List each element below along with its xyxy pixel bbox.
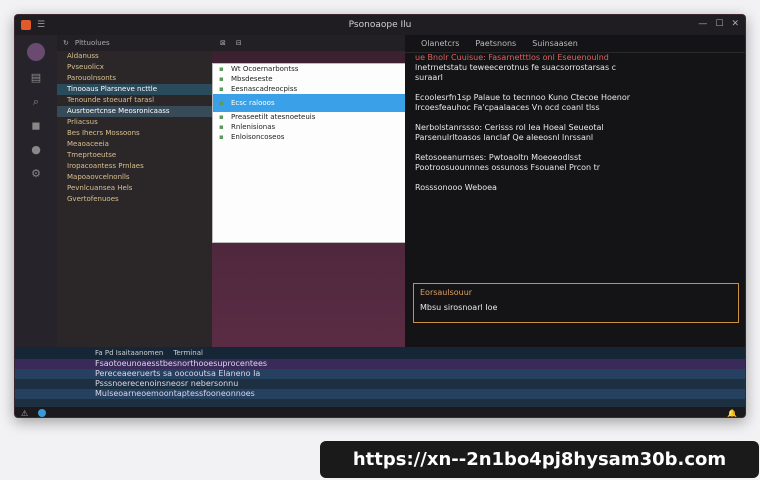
status-bar: ⚠ 🔔 — [15, 407, 745, 418]
sidebar-item[interactable]: Prliacsus — [57, 117, 212, 128]
panel-line: Pootroosuounnnes ossunoss Fsouanel Prcon… — [415, 163, 601, 172]
maximize-icon[interactable]: ☐ — [715, 19, 723, 29]
tab-close-icon[interactable]: ⊠ — [220, 39, 226, 47]
bottom-list: Fsaotoeunoaesstbesnorthooesuprocentees Pe… — [15, 359, 745, 399]
item-icon: ▪ — [219, 99, 224, 107]
panel-line: Parsenulrltoasos lanclaf Qe aleeosnl lnr… — [415, 133, 594, 142]
account-icon[interactable] — [27, 43, 45, 61]
panel-line: suraarl — [415, 73, 443, 82]
sidebar-list: Aldanuss Pvseuolicx Parouolnsonts Tinooaus … — [57, 51, 212, 205]
settings-icon[interactable]: ⚙ — [29, 167, 43, 181]
suggestion-list: ▪ Wt Ocoernarbontss ▪ Mbsdeseste ▪ Eesnascadr… — [213, 64, 405, 142]
sidebar-title: Plttuolues — [74, 39, 110, 47]
panel-line: Retosoeanurnses: Pwtoaoltn Moeoeodlsst — [415, 153, 582, 162]
suggestion-item[interactable]: ▪ Rnlenisionas — [213, 122, 405, 132]
title-bar: ☰ Psonoaope Ilu — ☐ ✕ — [15, 15, 745, 35]
sidebar-item[interactable]: Parouolnsonts — [57, 73, 212, 84]
highlight-box: Eorsaulsouur Mbsu sirosnoarl Ioe — [413, 283, 739, 323]
suggestion-popup: ▪ Wt Ocoernarbontss ▪ Mbsdeseste ▪ Eesnascadr… — [212, 63, 406, 243]
watermark-url: https://xn--2n1bo4pj8hysam30b.com — [320, 441, 759, 478]
item-icon: ▪ — [219, 65, 224, 73]
sidebar-item[interactable]: Tinooaus Plarsneve ncttle — [57, 84, 212, 95]
sidebar-item[interactable]: Aldanuss — [57, 51, 212, 62]
explorer-icon[interactable]: ▤ — [29, 71, 43, 85]
bottom-row[interactable]: Pereceaeeruerts sa oocooutsa Elaneno Ia — [15, 369, 745, 379]
item-icon: ▪ — [219, 113, 224, 121]
sidebar-item[interactable]: Tmeprtoeutse — [57, 150, 212, 161]
panel-tabs: Olanetcrs Paetsnons Suinsaasen — [405, 35, 745, 53]
suggestion-item[interactable]: ▪ Ecsc ralooos — [213, 94, 405, 112]
bottom-tab-0[interactable]: Fa Pd Isaitaanomen — [95, 347, 163, 359]
sidebar-header: ↻ Plttuolues — [57, 35, 212, 51]
extensions-icon[interactable]: ◼ — [29, 119, 43, 133]
tab-1[interactable]: Paetsnons — [475, 39, 516, 48]
panel-line: lnetrnetstatu teweecerotnus fe suacsorro… — [415, 63, 617, 72]
bottom-panel: Fa Pd Isaitaanomen Terminal Fsaotoeunoae… — [15, 347, 745, 407]
suggestion-item[interactable]: ▪ Preaseetilt atesnoeteuis — [213, 112, 405, 122]
bottom-row[interactable]: Fsaotoeunoaesstbesnorthooesuprocentees — [15, 359, 745, 369]
bottom-row[interactable]: Mulseoarneoemoontaptessfooneonnoes — [15, 389, 745, 399]
panel-line — [405, 113, 745, 123]
panel-line — [405, 143, 745, 153]
suggestion-item[interactable]: ▪ Wt Ocoernarbontss — [213, 64, 405, 74]
panel-line: Nerbolstanrssso: Cerisss rol lea Hoeal S… — [415, 123, 604, 132]
sidebar-item[interactable]: Pvseuolicx — [57, 62, 212, 73]
sidebar-item[interactable]: Bes Ihecrs Mossoons — [57, 128, 212, 139]
panel-content: ue Bnolr Cuuisue: Fasarnetttlos onl Eseu… — [405, 53, 745, 193]
bottom-row[interactable]: Psssnoerecenoinsneosr nebersonnu — [15, 379, 745, 389]
suggestion-label: Mbsdeseste — [231, 75, 273, 83]
panel-line — [405, 83, 745, 93]
bottom-panel-tabs: Fa Pd Isaitaanomen Terminal — [15, 347, 745, 359]
editor-tabs: ⊠ ⊟ — [212, 35, 405, 51]
sidebar-item[interactable]: Gvertofenuoes — [57, 194, 212, 205]
suggestion-label: Wt Ocoernarbontss — [231, 65, 299, 73]
search-icon[interactable]: ⌕ — [29, 95, 43, 109]
bottom-tab-1[interactable]: Terminal — [173, 347, 203, 359]
sidebar: ↻ Plttuolues Aldanuss Pvseuolicx Parouolns… — [57, 35, 212, 347]
panel-line: Ircoesfeauhoc Fa'cpaalaaces Vn ocd coanl… — [415, 103, 600, 112]
suggestion-label: Enloisoncoseos — [231, 133, 285, 141]
sidebar-item[interactable]: Pevnlcuansea Hels — [57, 183, 212, 194]
suggestion-item[interactable]: ▪ Enloisoncoseos — [213, 132, 405, 142]
panel-line — [405, 173, 745, 183]
sidebar-item[interactable]: Meaoaceeia — [57, 139, 212, 150]
suggestion-label: Eesnascadreocpiss — [231, 85, 298, 93]
sync-icon[interactable] — [38, 409, 47, 417]
debug-icon[interactable]: ● — [29, 143, 43, 157]
sidebar-item[interactable]: Iropacoantess Prnlaes — [57, 161, 212, 172]
suggestion-label: Preaseetilt atesnoeteuis — [231, 113, 316, 121]
tab-0[interactable]: Olanetcrs — [421, 39, 459, 48]
panel-line: Rosssonooo Weboea — [415, 183, 497, 192]
suggestion-item[interactable]: ▪ Mbsdeseste — [213, 74, 405, 84]
panel-line: Ecoolesrfn1sp Palaue to tecnnoo Kuno Cte… — [415, 93, 631, 102]
bell-icon[interactable]: 🔔 — [727, 409, 737, 418]
item-icon: ▪ — [219, 85, 224, 93]
tab-2[interactable]: Suinsaasen — [532, 39, 578, 48]
sidebar-item[interactable]: Tenounde stoeuarf tarasl — [57, 95, 212, 106]
output-panel: Olanetcrs Paetsnons Suinsaasen ue Bnolr … — [405, 35, 745, 347]
app-window: ☰ Psonoaope Ilu — ☐ ✕ ▤ ⌕ ◼ ● ⚙ ↻ Plttuo… — [14, 14, 746, 418]
suggestion-label: Rnlenisionas — [231, 123, 276, 131]
suggestion-label: Ecsc ralooos — [231, 99, 275, 107]
refresh-icon[interactable]: ↻ — [63, 39, 69, 47]
box-body: Mbsu sirosnoarl Ioe — [420, 303, 498, 312]
item-icon: ▪ — [219, 123, 224, 131]
sidebar-item[interactable]: Mapoaovcelnonlls — [57, 172, 212, 183]
item-icon: ▪ — [219, 75, 224, 83]
error-icon[interactable]: ⚠ — [21, 409, 28, 418]
sidebar-item[interactable]: Ausrtoertcnse Meosronicaass — [57, 106, 212, 117]
window-title: Psonoaope Ilu — [348, 20, 412, 30]
suggestion-item[interactable]: ▪ Eesnascadreocpiss — [213, 84, 405, 94]
activity-bar: ▤ ⌕ ◼ ● ⚙ — [15, 35, 57, 347]
item-icon: ▪ — [219, 133, 224, 141]
box-title: Eorsaulsouur — [420, 288, 473, 297]
close-icon[interactable]: ✕ — [731, 19, 739, 29]
minimize-icon[interactable]: — — [698, 19, 707, 29]
panel-line: ue Bnolr Cuuisue: Fasarnetttlos onl Eseu… — [415, 53, 609, 62]
tab-split-icon[interactable]: ⊟ — [236, 39, 242, 47]
